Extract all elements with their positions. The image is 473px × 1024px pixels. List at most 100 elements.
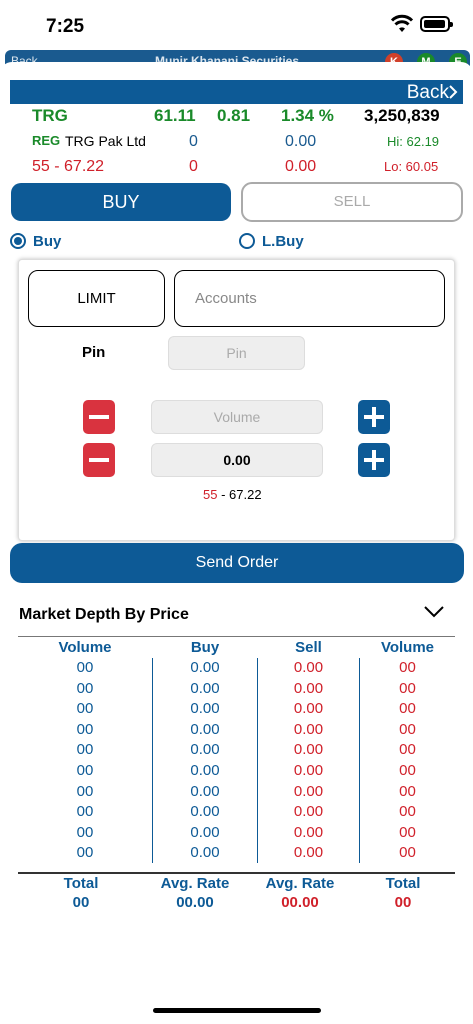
price-range-low: 55 — [203, 487, 218, 502]
depth-cell: 0.00 — [293, 679, 324, 697]
depth-cell: 00 — [76, 844, 94, 862]
accounts-field[interactable]: Accounts — [174, 270, 445, 327]
depth-cell: 0.00 — [190, 741, 220, 759]
depth-footer-value: 00.00 — [281, 894, 319, 911]
wifi-icon — [390, 14, 414, 32]
depth-cell: 00 — [399, 823, 416, 841]
limit-type-button[interactable]: LIMIT — [28, 270, 165, 327]
lbuy-radio-icon[interactable] — [239, 233, 255, 249]
depth-cell: 00 — [399, 679, 416, 697]
depth-cell: 00 — [76, 700, 94, 718]
depth-cell: 00 — [399, 741, 416, 759]
depth-footer-value: 00.00 — [176, 894, 214, 911]
depth-column-header: Buy — [190, 639, 220, 656]
depth-cell: 0.00 — [293, 659, 324, 676]
depth-cell: 0.00 — [190, 720, 220, 738]
depth-cell: 0.00 — [293, 741, 324, 759]
depth-cell: 00 — [399, 844, 416, 862]
send-order-button[interactable]: Send Order — [10, 543, 464, 583]
depth-cell: 00 — [76, 679, 94, 697]
price-input[interactable]: 0.00 — [151, 443, 323, 477]
depth-footer-label: Avg. Rate — [160, 875, 230, 892]
quote-symbol: TRG — [32, 106, 68, 125]
depth-cell: 0.00 — [293, 823, 324, 841]
depth-cell: 00 — [399, 700, 416, 718]
status-bar: 7:25 — [0, 0, 473, 50]
quote-volume: 3,250,839 — [364, 106, 440, 125]
price-range: 55 - 67.22 — [203, 487, 262, 502]
depth-footer-value: 00 — [394, 894, 412, 911]
chevron-down-icon[interactable] — [424, 605, 444, 619]
depth-cell: 00 — [399, 659, 416, 676]
price-plus-icon[interactable] — [358, 443, 390, 477]
depth-cell: 00 — [76, 803, 94, 821]
quote-last-price: 61.11 — [154, 106, 196, 125]
depth-cell: 0.00 — [293, 844, 324, 862]
battery-icon — [420, 16, 453, 32]
market-depth-title: Market Depth By Price — [19, 606, 189, 623]
pin-input[interactable]: Pin — [168, 336, 305, 370]
depth-cell: 00 — [76, 741, 94, 759]
quote-market: REG — [32, 133, 61, 148]
back-chevron-icon[interactable] — [447, 85, 459, 99]
quote-ask-qty: 0 — [189, 158, 198, 175]
quote-bid-qty: 0 — [189, 133, 198, 150]
depth-cell: 0.00 — [190, 844, 220, 862]
status-time: 7:25 — [46, 16, 85, 37]
price-range-high: 67.22 — [229, 487, 262, 502]
depth-cell: 00 — [399, 720, 416, 738]
depth-column-header: Sell — [295, 639, 322, 656]
quote-change-pct: 1.34 % — [281, 106, 334, 125]
depth-footer-label: Avg. Rate — [265, 875, 335, 892]
pin-label: Pin — [82, 344, 106, 361]
depth-footer-label: Total — [63, 875, 99, 892]
depth-cell: 0.00 — [190, 659, 220, 676]
volume-plus-icon[interactable] — [358, 400, 390, 434]
quote-high: Hi: 62.19 — [387, 134, 440, 149]
volume-input[interactable]: Volume — [151, 400, 323, 434]
market-depth-divider — [18, 636, 455, 637]
quote-range: 55 - 67.22 — [32, 158, 105, 175]
back-button[interactable]: Back — [407, 82, 449, 104]
depth-cell: 00 — [76, 659, 94, 676]
depth-cell: 00 — [399, 782, 416, 800]
depth-cell: 0.00 — [190, 823, 220, 841]
depth-cell: 00 — [76, 720, 94, 738]
quote-company-name: TRG Pak Ltd — [65, 133, 146, 149]
lbuy-radio-label[interactable]: L.Buy — [262, 233, 304, 250]
quote-change: 0.81 — [217, 106, 251, 125]
depth-cell: 0.00 — [190, 762, 220, 779]
buy-radio-icon[interactable] — [10, 233, 26, 249]
depth-cell: 0.00 — [293, 762, 324, 779]
depth-cell: 0.00 — [293, 782, 324, 800]
depth-cell: 0.00 — [190, 700, 220, 718]
depth-cell: 0.00 — [293, 803, 324, 821]
back-bar[interactable]: Back — [10, 80, 463, 104]
depth-cell: 0.00 — [190, 782, 220, 800]
buy-radio-label[interactable]: Buy — [33, 233, 61, 250]
depth-cell: 00 — [399, 762, 416, 779]
depth-footer-label: Total — [385, 875, 421, 892]
depth-column-header: Volume — [58, 639, 112, 656]
page: 7:25 Back Munir Khanani Securities K M E… — [0, 0, 473, 1024]
depth-cell: 0.00 — [293, 700, 324, 718]
depth-cell: 0.00 — [190, 803, 220, 821]
depth-cell: 00 — [76, 823, 94, 841]
buy-tab-button[interactable]: BUY — [11, 183, 231, 221]
depth-cell: 00 — [76, 762, 94, 779]
volume-minus-icon[interactable] — [83, 400, 115, 434]
depth-footer-value: 00 — [72, 894, 90, 911]
quote-ask-price: 0.00 — [285, 158, 317, 175]
quote-bid-price: 0.00 — [285, 133, 317, 150]
depth-cell: 0.00 — [190, 679, 220, 697]
depth-cell: 0.00 — [293, 720, 324, 738]
sell-tab-button[interactable]: SELL — [241, 182, 463, 222]
depth-column-header: Volume — [380, 639, 435, 656]
price-range-separator: - — [217, 487, 230, 502]
depth-cell: 00 — [76, 782, 94, 800]
quote-low: Lo: 60.05 — [384, 159, 439, 174]
price-minus-icon[interactable] — [83, 443, 115, 477]
home-indicator[interactable] — [153, 1008, 321, 1013]
depth-cell: 00 — [399, 803, 416, 821]
market-depth-footer-divider — [18, 872, 455, 874]
